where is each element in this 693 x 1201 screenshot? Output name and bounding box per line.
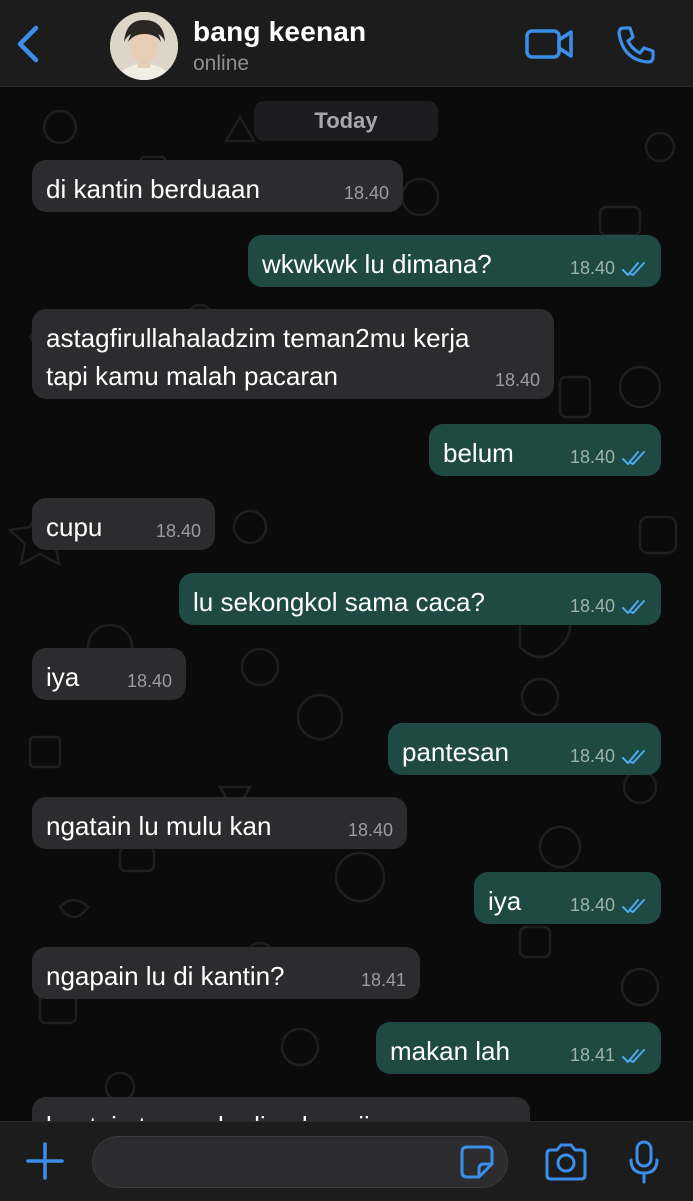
message-text: belum: [443, 438, 514, 468]
message-time: 18.40: [126, 671, 172, 691]
message-time: 18.40: [343, 183, 389, 203]
read-ticks-icon: [622, 1049, 645, 1063]
incoming-message[interactable]: bantuin temen lu di aula anjir: [32, 1097, 530, 1121]
chevron-left-icon[interactable]: [12, 24, 48, 64]
chat-area[interactable]: Today di kantin berduaan 18.40 wkwkwk lu d…: [0, 87, 693, 1121]
plus-icon[interactable]: [24, 1140, 66, 1182]
incoming-message[interactable]: cupu 18.40: [32, 498, 215, 550]
message-time: 18.40: [569, 258, 615, 278]
microphone-icon[interactable]: [626, 1139, 662, 1185]
outgoing-message[interactable]: lu sekongkol sama caca? 18.40: [179, 573, 661, 625]
contact-name[interactable]: bang keenan: [193, 16, 366, 48]
incoming-message[interactable]: astagfirullahaladzim teman2mu kerja tapi…: [32, 309, 554, 399]
outgoing-message[interactable]: iya 18.40: [474, 872, 661, 924]
message-time: 18.41: [569, 1045, 615, 1065]
avatar[interactable]: [110, 12, 178, 80]
read-ticks-icon: [622, 451, 645, 465]
message-text: ngapain lu di kantin?: [46, 961, 285, 991]
outgoing-message[interactable]: wkwkwk lu dimana? 18.40: [248, 235, 661, 287]
message-time: 18.40: [569, 895, 615, 915]
message-text: di kantin berduaan: [46, 174, 260, 204]
contact-status: online: [193, 52, 250, 75]
message-text: ngatain lu mulu kan: [46, 811, 272, 841]
outgoing-message[interactable]: makan lah 18.41: [376, 1022, 661, 1074]
date-divider: Today: [254, 101, 438, 141]
read-ticks-icon: [622, 750, 645, 764]
message-input[interactable]: [92, 1136, 508, 1188]
incoming-message[interactable]: ngatain lu mulu kan 18.40: [32, 797, 407, 849]
message-time: 18.40: [569, 746, 615, 766]
read-ticks-icon: [622, 600, 645, 614]
message-composer: [0, 1121, 693, 1201]
incoming-message[interactable]: iya 18.40: [32, 648, 186, 700]
incoming-message[interactable]: ngapain lu di kantin? 18.41: [32, 947, 420, 999]
message-text: bantuin temen lu di aula anjir: [46, 1107, 516, 1121]
read-ticks-icon: [622, 899, 645, 913]
message-time: 18.40: [569, 447, 615, 467]
phone-icon[interactable]: [615, 24, 657, 66]
sticker-icon[interactable]: [459, 1144, 495, 1180]
video-camera-icon[interactable]: [524, 26, 574, 62]
outgoing-message[interactable]: pantesan 18.40: [388, 723, 661, 775]
outgoing-message[interactable]: belum 18.40: [429, 424, 661, 476]
message-time: 18.40: [347, 820, 393, 840]
message-time: 18.40: [155, 521, 201, 541]
incoming-message[interactable]: di kantin berduaan 18.40: [32, 160, 403, 212]
camera-icon[interactable]: [543, 1142, 589, 1182]
message-time: 18.40: [569, 596, 615, 616]
message-text: astagfirullahaladzim teman2mu kerja tapi…: [46, 323, 470, 391]
read-ticks-icon: [622, 262, 645, 276]
message-time: 18.41: [360, 970, 406, 990]
message-time: 18.40: [494, 370, 540, 390]
chat-header: bang keenan online: [0, 0, 693, 87]
